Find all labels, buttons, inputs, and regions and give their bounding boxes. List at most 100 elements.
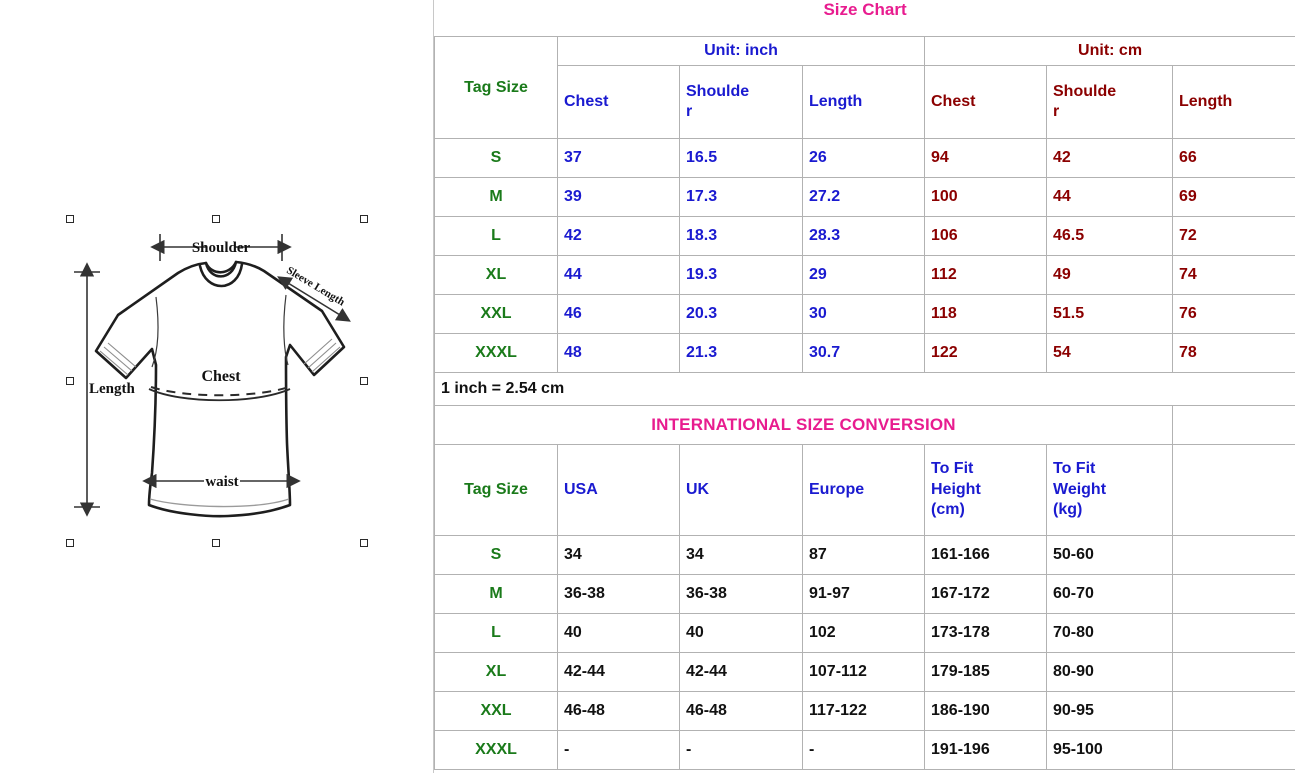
intl-cell-empty (1171, 535, 1295, 575)
intl-cell-europe: 107-112 (802, 652, 925, 692)
cell-chest-inch: 39 (557, 177, 680, 217)
intl-header-tag-size: Tag Size (434, 444, 558, 536)
shoulder-dimension-label: Shoulder (192, 240, 251, 256)
cell-chest-cm: 118 (924, 294, 1047, 334)
cell-shoulder-inch: 16.5 (679, 138, 803, 178)
unit-group-row: Tag Size Unit: inch Unit: cm (434, 36, 1295, 139)
header-shoulder-cm-line2: r (1053, 103, 1060, 120)
intl-header-height-line2: Height (931, 480, 981, 498)
intl-cell-uk: - (679, 730, 803, 770)
cell-shoulder-inch: 19.3 (679, 255, 803, 295)
cell-chest-cm: 106 (924, 216, 1047, 256)
intl-cell-height: 179-185 (924, 652, 1047, 692)
intl-header-weight-line3: (kg) (1053, 501, 1083, 519)
cell-chest-cm: 122 (924, 333, 1047, 373)
conversion-note-row: 1 inch = 2.54 cm (433, 372, 1295, 406)
intl-cell-weight: 70-80 (1046, 613, 1173, 653)
intl-cell-europe: 117-122 (802, 691, 925, 731)
intl-header-usa: USA (557, 444, 680, 536)
intl-cell-europe: 102 (802, 613, 925, 653)
cell-length-inch: 28.3 (802, 216, 925, 256)
international-header-row: Tag Size USA UK Europe To Fit Height (cm… (434, 444, 1295, 536)
table-row: XL 42-44 42-44 107-112 179-185 80-90 (434, 652, 1295, 692)
intl-cell-usa: 46-48 (557, 691, 680, 731)
header-chest-cm-label: Chest (931, 93, 976, 111)
header-chest-cm: Chest (924, 65, 1047, 139)
cell-chest-inch: 37 (557, 138, 680, 178)
intl-cell-weight: 50-60 (1046, 535, 1173, 575)
size-chart-title-row: Size Chart (434, 0, 1295, 37)
banner-spacer-cell (1171, 405, 1295, 445)
table-row: XXXL - - - 191-196 95-100 (434, 730, 1295, 770)
cell-length-cm: 78 (1171, 333, 1295, 373)
cell-length-inch: 30 (802, 294, 925, 334)
table-row: L 40 40 102 173-178 70-80 (434, 613, 1295, 653)
header-shoulder-cm-line1: Shoulde (1053, 83, 1117, 101)
intl-cell-empty (1171, 613, 1295, 653)
intl-row-tag-size: L (434, 613, 558, 653)
row-tag-size: S (434, 138, 558, 178)
intl-cell-usa: 34 (557, 535, 680, 575)
cell-length-inch: 27.2 (802, 177, 925, 217)
intl-row-tag-size: XXL (434, 691, 558, 731)
size-chart-table: Size Chart Tag Size Unit: inch Unit: cm … (433, 0, 1295, 770)
cell-chest-cm: 94 (924, 138, 1047, 178)
size-chart-title: Size Chart (823, 0, 907, 19)
intl-header-tag-size-label: Tag Size (464, 481, 528, 498)
intl-cell-height: 173-178 (924, 613, 1047, 653)
unit-inch-header: Unit: inch (557, 36, 925, 66)
header-length-inch-label: Length (809, 93, 863, 111)
intl-cell-usa: 40 (557, 613, 680, 653)
intl-cell-usa: 36-38 (557, 574, 680, 614)
intl-cell-weight: 95-100 (1046, 730, 1173, 770)
intl-cell-uk: 36-38 (679, 574, 803, 614)
cell-length-cm: 76 (1171, 294, 1295, 334)
waist-dimension-label: waist (205, 474, 238, 490)
cell-length-inch: 30.7 (802, 333, 925, 373)
length-dimension-label: Length (89, 381, 136, 397)
tag-size-header-cell: Tag Size (434, 36, 558, 139)
intl-cell-weight: 60-70 (1046, 574, 1173, 614)
table-row: XXL 46 20.3 30 118 51.5 76 (434, 294, 1295, 334)
table-row: S 34 34 87 161-166 50-60 (434, 535, 1295, 575)
intl-cell-uk: 40 (679, 613, 803, 653)
table-row: M 39 17.3 27.2 100 44 69 (434, 177, 1295, 217)
intl-cell-usa: 42-44 (557, 652, 680, 692)
row-tag-size: XL (434, 255, 558, 295)
unit-cm-header: Unit: cm (923, 36, 1295, 66)
header-chest-inch-label: Chest (564, 93, 609, 111)
row-tag-size: XXL (434, 294, 558, 334)
cell-chest-inch: 46 (557, 294, 680, 334)
table-row: S 37 16.5 26 94 42 66 (434, 138, 1295, 178)
intl-header-usa-label: USA (564, 480, 598, 498)
unit-cm-label: Unit: cm (1078, 42, 1143, 59)
intl-row-tag-size: XXXL (434, 730, 558, 770)
intl-header-empty (1171, 444, 1295, 536)
intl-row-tag-size: M (434, 574, 558, 614)
intl-header-height-line3: (cm) (931, 501, 965, 519)
intl-header-height: To Fit Height (cm) (924, 444, 1047, 536)
header-shoulder-inch-line1: Shoulde (686, 83, 750, 101)
intl-cell-empty (1171, 691, 1295, 731)
table-row: XL 44 19.3 29 112 49 74 (434, 255, 1295, 295)
row-tag-size: XXXL (434, 333, 558, 373)
intl-cell-empty (1171, 574, 1295, 614)
intl-cell-empty (1171, 730, 1295, 770)
cell-chest-cm: 100 (924, 177, 1047, 217)
tshirt-diagram-object[interactable]: Shoulder Sleeve Length Chest Length wais… (60, 205, 380, 555)
intl-cell-height: 167-172 (924, 574, 1047, 614)
header-shoulder-cm: Shoulde r (1046, 65, 1173, 139)
intl-cell-uk: 46-48 (679, 691, 803, 731)
intl-cell-europe: 87 (802, 535, 925, 575)
intl-cell-height: 186-190 (924, 691, 1047, 731)
header-length-inch: Length (802, 65, 925, 139)
intl-header-uk-label: UK (686, 480, 710, 498)
cell-shoulder-cm: 44 (1046, 177, 1173, 217)
table-row: M 36-38 36-38 91-97 167-172 60-70 (434, 574, 1295, 614)
international-banner-row: INTERNATIONAL SIZE CONVERSION (434, 405, 1295, 445)
table-row: XXL 46-48 46-48 117-122 186-190 90-95 (434, 691, 1295, 731)
intl-header-weight-line1: To Fit (1053, 459, 1096, 477)
tshirt-illustration: Shoulder Sleeve Length Chest Length wais… (74, 234, 351, 518)
intl-header-europe-label: Europe (809, 480, 865, 498)
header-shoulder-inch: Shoulde r (679, 65, 803, 139)
